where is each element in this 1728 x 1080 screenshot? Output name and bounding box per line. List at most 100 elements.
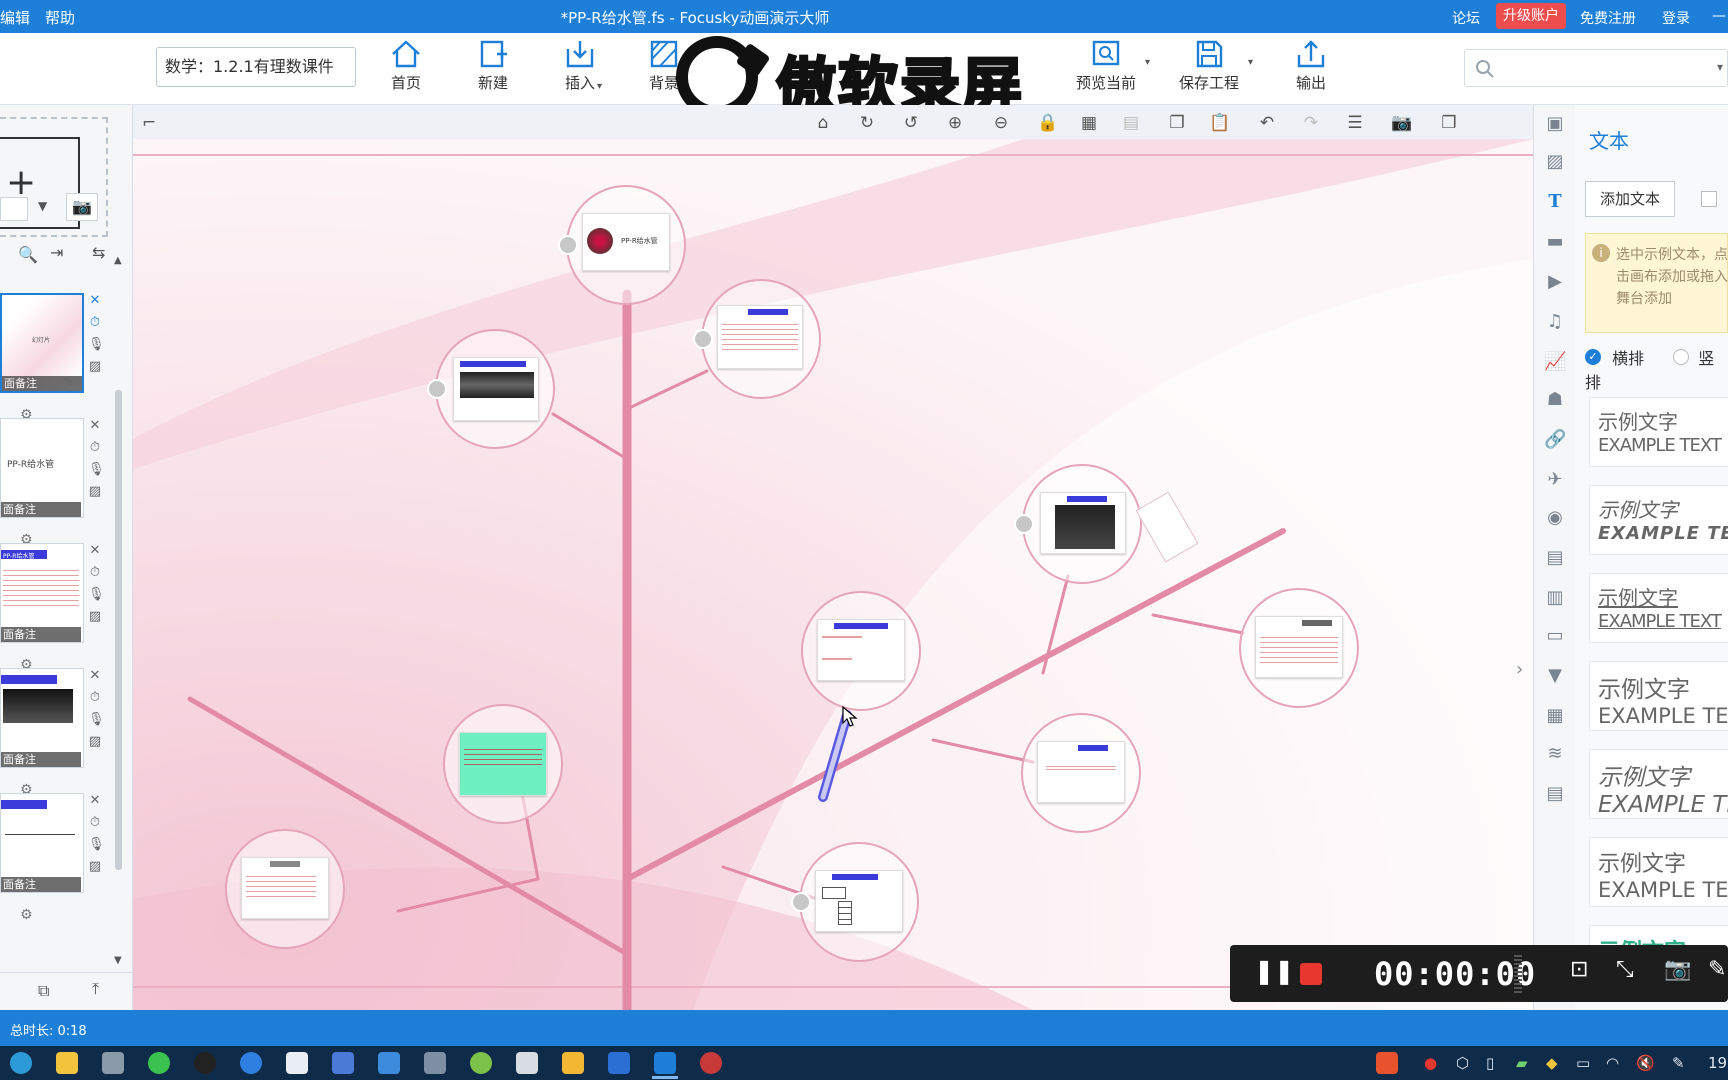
text-sample[interactable]: 示例文字 EXAMPLE TEXT xyxy=(1589,661,1728,731)
link-resource-icon[interactable]: 🔗 xyxy=(1544,429,1566,451)
chart-resource-icon[interactable]: 📈 xyxy=(1544,351,1566,373)
photos-icon[interactable] xyxy=(286,1052,308,1074)
export-button[interactable]: 输出 xyxy=(1277,39,1345,93)
mic-icon[interactable]: 🎙 xyxy=(88,337,105,352)
edit-note-icon[interactable]: ✎ xyxy=(62,375,76,390)
screenshot-icon[interactable]: 📷 xyxy=(1391,113,1412,133)
wechat-icon[interactable] xyxy=(148,1052,170,1074)
pen-tray-icon[interactable]: ✎ xyxy=(1672,1054,1685,1072)
comment-resource-icon[interactable]: ▬ xyxy=(1544,231,1566,253)
timer-icon[interactable]: ⏱ xyxy=(88,815,102,830)
move-top-icon[interactable]: ⤒ xyxy=(92,979,99,999)
path-node[interactable] xyxy=(693,279,821,399)
zoom-out-icon[interactable]: ⊖ xyxy=(991,113,1011,133)
picture-resource-icon[interactable]: ▨ xyxy=(1544,151,1566,173)
layers-resource-icon[interactable]: ≋ xyxy=(1544,743,1566,765)
image-icon[interactable]: ▨ xyxy=(88,734,102,749)
timer-icon[interactable]: ⏱ xyxy=(88,440,102,455)
node-slide-card[interactable] xyxy=(1255,616,1343,678)
node-handle[interactable] xyxy=(558,235,578,255)
battery-icon[interactable]: ▭ xyxy=(1576,1054,1590,1072)
text-sample[interactable]: 示例文字 EXAMPLE TEXT xyxy=(1589,749,1728,819)
usb-tray-icon[interactable]: ▯ xyxy=(1486,1054,1494,1072)
slide-item[interactable]: 面备注 ✕ ⏱ 🎙 ▨ ⚙ xyxy=(0,660,128,798)
align-icon[interactable]: ▤ xyxy=(1121,113,1141,133)
scroll-up-icon[interactable]: ▲ xyxy=(114,255,122,266)
settings-gear-icon[interactable]: ⚙ xyxy=(20,907,33,923)
paste-icon[interactable]: 📋 xyxy=(1209,113,1230,133)
assistant-app-icon[interactable] xyxy=(516,1052,538,1074)
editing-canvas[interactable]: PP-R给水管 › xyxy=(133,139,1533,1010)
timer-icon[interactable]: ⏱ xyxy=(88,565,102,580)
text-sample[interactable]: 示例文字 EXAMPLE TEXT xyxy=(1589,573,1728,643)
shrink-icon[interactable]: ⤡ xyxy=(1616,959,1634,981)
drag-handle[interactable] xyxy=(1514,955,1522,993)
timer-icon[interactable]: ⏱ xyxy=(88,690,102,705)
path-node[interactable] xyxy=(1021,713,1141,833)
stop-record-icon[interactable] xyxy=(1300,963,1322,985)
mic-icon[interactable]: 🎙 xyxy=(88,837,105,852)
node-slide-card[interactable] xyxy=(1040,492,1126,554)
add-text-button[interactable]: 添加文本 xyxy=(1585,181,1675,217)
node-slide-card[interactable] xyxy=(817,619,905,681)
slide-note[interactable]: 面备注 xyxy=(1,627,81,642)
character-resource-icon[interactable]: ☗ xyxy=(1544,389,1566,411)
delete-slide-icon[interactable]: ✕ xyxy=(88,793,102,808)
slide-note[interactable]: 面备注 xyxy=(1,752,81,767)
preview-current-button[interactable]: 预览当前 xyxy=(1072,39,1140,93)
word-icon[interactable] xyxy=(608,1052,630,1074)
slide-item[interactable]: PP-R给水管 面备注 ✕ ⏱ 🎙 ▨ ⚙ xyxy=(0,410,128,548)
slide-item[interactable]: PP-R给水管 面备注 ✕ ⏱ 🎙 ▨ ⚙ xyxy=(0,535,128,673)
slide-thumbnail[interactable]: PP-R给水管 面备注 xyxy=(0,543,84,643)
duplicate-icon[interactable]: ⧉ xyxy=(38,981,49,1001)
background-resource-icon[interactable]: ▣ xyxy=(1544,113,1566,135)
storage-resource-icon[interactable]: ▤ xyxy=(1544,783,1566,805)
path-node[interactable] xyxy=(791,842,919,962)
lock-icon[interactable]: 🔒 xyxy=(1037,113,1058,133)
node-handle[interactable] xyxy=(427,379,447,399)
grid-icon[interactable]: ▦ xyxy=(1079,113,1099,133)
rotate-right-icon[interactable]: ↻ xyxy=(857,113,877,133)
slide-thumbnail[interactable]: 面备注 xyxy=(0,793,84,893)
delete-slide-icon[interactable]: ✕ xyxy=(88,293,102,308)
input-method-icon[interactable] xyxy=(1376,1052,1398,1074)
text-resource-icon[interactable]: T xyxy=(1544,191,1566,213)
mic-icon[interactable]: 🎙 xyxy=(88,462,105,477)
gallery-resource-icon[interactable]: ▥ xyxy=(1544,587,1566,609)
image-icon[interactable]: ▨ xyxy=(88,359,102,374)
save-project-button[interactable]: 保存工程 xyxy=(1175,39,1243,93)
zoom-search-icon[interactable]: 🔍 xyxy=(18,245,38,264)
delete-slide-icon[interactable]: ✕ xyxy=(88,668,102,683)
qq-icon[interactable] xyxy=(194,1052,216,1074)
rotate-left-icon[interactable]: ↺ xyxy=(901,113,921,133)
path-node[interactable]: PP-R给水管 xyxy=(558,185,686,305)
mic-icon[interactable]: 🎙 xyxy=(88,587,105,602)
upgrade-account-button[interactable]: 升级账户 xyxy=(1496,3,1566,29)
record-tray-icon[interactable]: ● xyxy=(1424,1054,1437,1072)
volume-mute-icon[interactable]: 🔇 xyxy=(1636,1054,1655,1072)
node-handle[interactable] xyxy=(791,892,811,912)
path-node[interactable] xyxy=(801,591,921,711)
slide-item[interactable]: 面备注 ✕ ⏱ 🎙 ▨ ⚙ xyxy=(0,785,128,923)
slide-thumbnail[interactable]: 面备注 xyxy=(0,668,84,768)
video-resource-icon[interactable]: ▶ xyxy=(1544,271,1566,293)
text-sample[interactable]: 示例文字 EXAMPLE TEXT xyxy=(1589,485,1728,555)
node-handle[interactable] xyxy=(1014,514,1034,534)
clock-time[interactable]: 19 xyxy=(1708,1054,1727,1072)
forum-link[interactable]: 论坛 xyxy=(1452,8,1480,28)
slide-item[interactable]: 幻灯片 面备注 ✕ ⏱ 🎙 ▨ ✎ ⚙ xyxy=(0,285,128,423)
register-link[interactable]: 免费注册 xyxy=(1580,8,1636,28)
edge-browser-icon[interactable] xyxy=(10,1052,32,1074)
collapse-icon[interactable]: ⇥ xyxy=(50,243,63,262)
path-node[interactable] xyxy=(1014,464,1142,584)
web-resource-icon[interactable]: ▭ xyxy=(1544,625,1566,647)
mic-icon[interactable]: 🎙 xyxy=(88,712,105,727)
home-button[interactable]: 首页 xyxy=(372,39,440,93)
vertical-option[interactable]: 竖排 xyxy=(1585,349,1714,392)
node-slide-card[interactable] xyxy=(453,357,539,421)
security-tray-icon[interactable]: ◆ xyxy=(1546,1054,1558,1072)
text-sample[interactable]: 示例文字 EXAMPLE TEXT xyxy=(1589,837,1728,907)
path-node[interactable] xyxy=(225,829,345,949)
node-slide-card[interactable] xyxy=(1037,741,1125,803)
font-app-icon[interactable] xyxy=(332,1052,354,1074)
